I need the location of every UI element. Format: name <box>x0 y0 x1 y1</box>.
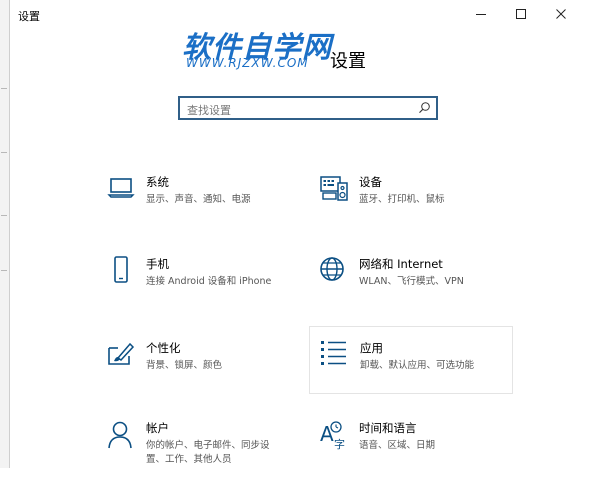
category-accounts[interactable]: 帐户 你的帐户、电子邮件、同步设 置、工作、其他人员 <box>106 420 302 482</box>
category-name: 个性化 <box>146 341 181 355</box>
globe-icon <box>320 257 344 281</box>
category-apps[interactable]: 应用 卸载、默认应用、可选功能 <box>309 326 513 394</box>
phone-icon <box>114 256 128 283</box>
category-desc-line2: 置、工作、其他人员 <box>146 454 232 465</box>
category-phone[interactable]: 手机 连接 Android 设备和 iPhone <box>106 256 302 318</box>
laptop-icon <box>107 178 135 198</box>
category-desc: 卸载、默认应用、可选功能 <box>360 360 475 371</box>
category-name: 设备 <box>359 175 382 189</box>
person-icon <box>108 421 132 449</box>
keyboard-speaker-icon <box>320 176 348 201</box>
category-name: 应用 <box>360 341 383 355</box>
category-personalization[interactable]: 个性化 背景、锁屏、颜色 <box>106 340 302 402</box>
apps-list-icon <box>321 341 346 365</box>
close-icon <box>556 9 566 19</box>
category-system[interactable]: 系统 显示、声音、通知、电源 <box>106 174 302 236</box>
svg-text:字: 字 <box>334 437 345 450</box>
category-network[interactable]: 网络和 Internet WLAN、飞行模式、VPN <box>319 256 515 318</box>
minimize-icon <box>476 14 486 15</box>
category-desc: 显示、声音、通知、电源 <box>146 194 251 205</box>
settings-window: 设置 软件自学网 WWW.RJZXW.COM 设置 查找设置 系统 显示、声音、… <box>9 0 600 468</box>
category-desc: 蓝牙、打印机、鼠标 <box>359 194 445 205</box>
minimize-button[interactable] <box>461 0 501 28</box>
category-name: 帐户 <box>146 421 169 435</box>
maximize-icon <box>516 9 526 19</box>
category-name: 系统 <box>146 175 169 189</box>
category-devices[interactable]: 设备 蓝牙、打印机、鼠标 <box>319 174 515 236</box>
category-desc: 语音、区域、日期 <box>359 440 436 451</box>
category-desc: 连接 Android 设备和 iPhone <box>146 276 272 287</box>
watermark-url: WWW.RJZXW.COM <box>186 56 309 70</box>
page-heading: 设置 <box>330 51 366 72</box>
category-desc: WLAN、飞行模式、VPN <box>359 276 464 287</box>
paintbrush-icon <box>108 342 135 365</box>
category-desc: 你的帐户、电子邮件、同步设 <box>146 440 270 451</box>
window-title: 设置 <box>18 10 40 23</box>
search-icon[interactable] <box>418 101 431 114</box>
category-name: 手机 <box>146 257 169 271</box>
search-input[interactable]: 查找设置 <box>178 96 438 120</box>
search-placeholder: 查找设置 <box>187 104 231 117</box>
time-language-icon: A 字 <box>320 421 345 450</box>
svg-text:A: A <box>320 422 334 446</box>
maximize-button[interactable] <box>501 0 541 28</box>
close-button[interactable] <box>541 0 581 28</box>
category-time-language[interactable]: A 字 时间和语言 语音、区域、日期 <box>319 420 515 482</box>
category-name: 时间和语言 <box>359 421 417 435</box>
category-desc: 背景、锁屏、颜色 <box>146 360 223 371</box>
category-name: 网络和 Internet <box>359 257 443 271</box>
